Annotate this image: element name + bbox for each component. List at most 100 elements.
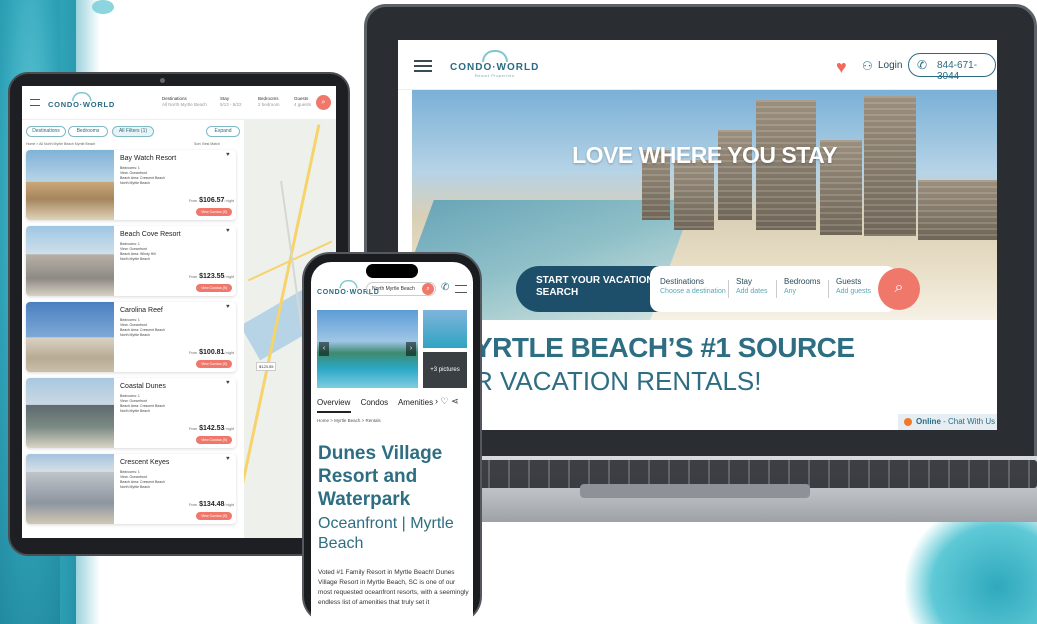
listing-name[interactable]: Beach Cove Resort — [120, 231, 181, 238]
breadcrumb[interactable]: Home > All North Myrtle Beach Myrtle Bea… — [26, 142, 95, 146]
resort-title: Dunes Village Resort and Waterpark — [318, 443, 443, 510]
tablet-stay-field[interactable]: Stay 5/13 - 5/22 — [220, 96, 242, 108]
listing-card[interactable]: Coastal Dunes Bedrooms: 1 View: Oceanfro… — [26, 378, 236, 448]
tab-overview[interactable]: Overview — [317, 398, 350, 407]
listing-card[interactable]: Bay Watch Resort Bedrooms: 1 View: Ocean… — [26, 150, 236, 220]
map-price-marker[interactable]: $123.55 — [256, 362, 277, 371]
search-icon: ⌕ — [321, 99, 326, 106]
hamburger-menu-icon[interactable] — [414, 60, 432, 72]
listing-name[interactable]: Crescent Keyes — [120, 459, 169, 466]
search-button[interactable]: ⌕ — [316, 95, 331, 110]
heart-outline-icon[interactable]: ♡ — [441, 396, 449, 406]
user-icon[interactable]: ⚇ — [862, 59, 873, 73]
listing-card[interactable]: Crescent Keyes Bedrooms: 1 View: Oceanfr… — [26, 454, 236, 524]
listing-name[interactable]: Bay Watch Resort — [120, 155, 176, 162]
chevron-left-icon[interactable]: ‹ — [319, 342, 329, 356]
price-unit: / night — [224, 199, 234, 203]
hamburger-menu-icon[interactable] — [30, 99, 40, 106]
online-status-icon — [904, 418, 912, 426]
stay-field[interactable]: Stay Add dates — [736, 277, 768, 297]
bedrooms-field[interactable]: Bedrooms Any — [784, 277, 820, 297]
tablet-header: CONDO·WORLD Destinations All North Myrtl… — [22, 86, 336, 120]
price-value: $134.48 — [199, 501, 225, 508]
favorites-heart-icon[interactable]: ♥ — [836, 58, 847, 76]
tab-condos[interactable]: Condos — [361, 398, 389, 407]
chat-status: Online — [916, 417, 941, 426]
listing-photo — [26, 150, 114, 220]
tablet-destinations-field[interactable]: Destinations All North Myrtle Beach — [162, 96, 207, 108]
field-divider — [728, 280, 729, 298]
logo-subtext: Resort Properties — [474, 73, 515, 78]
view-condos-button[interactable]: View Condos (9) — [196, 284, 232, 292]
price-unit: / night — [224, 275, 234, 279]
resort-tabs: Overview Condos Amenities — [317, 398, 441, 407]
favorite-heart-icon[interactable]: ♥ — [226, 152, 230, 158]
hero-banner: LOVE WHERE YOU STAY START YOUR VACATION … — [412, 90, 997, 320]
destinations-label: Destinations — [660, 277, 705, 286]
search-button[interactable]: ⌕ — [878, 268, 920, 310]
watercolor-drop — [92, 0, 114, 14]
view-condos-button[interactable]: View Condos (9) — [196, 512, 232, 520]
bedrooms-filter[interactable]: Bedrooms — [68, 126, 108, 137]
bedrooms-label: Bedrooms — [784, 277, 821, 286]
listing-photo — [26, 378, 114, 448]
favorite-heart-icon[interactable]: ♥ — [226, 456, 230, 462]
phone-screen: CONDO·WORLD North Myrtle Beach ⌕ ✆ ‹ › +… — [311, 262, 473, 624]
listing-price: From $106.57/ night — [180, 197, 234, 204]
all-filters-button[interactable]: All Filters (1) — [112, 126, 154, 137]
listing-card[interactable]: Beach Cove Resort Bedrooms: 1 View: Ocea… — [26, 226, 236, 296]
favorite-heart-icon[interactable]: ♥ — [226, 228, 230, 234]
price-value: $106.57 — [199, 197, 225, 204]
chat-widget[interactable]: Online - Chat With Us — [898, 414, 997, 430]
tablet-bedrooms-field[interactable]: Bedrooms 2 bedroom — [258, 96, 280, 108]
phone-button[interactable]: ✆ 844-671-3044 — [908, 53, 996, 82]
view-condos-button[interactable]: View Condos (9) — [196, 360, 232, 368]
login-link[interactable]: Login — [878, 60, 902, 71]
view-condos-button[interactable]: View Condos (9) — [196, 208, 232, 216]
breadcrumb[interactable]: Home > Myrtle Beach > Rentals — [317, 418, 381, 423]
price-from-label: From — [189, 275, 198, 279]
page-headline: YRTLE BEACH’S #1 SOURCE — [474, 332, 855, 363]
tablet-guests-field[interactable]: Guests 4 guests — [294, 96, 311, 108]
sort-dropdown[interactable]: Sort: Best Match — [194, 142, 220, 146]
listing-card[interactable]: Carolina Reef Bedrooms: 1 View: Oceanfro… — [26, 302, 236, 372]
search-heading: START YOUR VACATION SEARCH — [516, 266, 666, 312]
listing-name[interactable]: Coastal Dunes — [120, 383, 166, 390]
vacation-search-bar: START YOUR VACATION SEARCH Destinations … — [516, 266, 920, 312]
view-condos-button[interactable]: View Condos (9) — [196, 436, 232, 444]
destinations-filter[interactable]: Destinations — [26, 126, 66, 137]
phone-icon[interactable]: ✆ — [441, 282, 449, 293]
listing-price: From $100.81/ night — [180, 349, 234, 356]
chevron-right-icon[interactable]: › — [435, 396, 438, 406]
resort-subtitle: Oceanfront | Myrtle Beach — [318, 515, 454, 552]
field-value: All North Myrtle Beach — [162, 102, 207, 107]
listing-photo — [26, 302, 114, 372]
search-fields: Destinations Choose a destination Stay A… — [650, 266, 896, 312]
guests-field[interactable]: Guests Add guests — [836, 277, 871, 297]
site-logo[interactable]: CONDO·WORLD Resort Properties — [450, 50, 539, 78]
resort-thumbnail[interactable] — [423, 310, 467, 348]
expand-map-button[interactable]: Expand — [206, 126, 240, 137]
favorite-heart-icon[interactable]: ♥ — [226, 304, 230, 310]
logo-wave-icon — [339, 280, 358, 289]
share-icon[interactable]: ⋖ — [451, 396, 459, 406]
site-logo[interactable]: CONDO·WORLD — [48, 92, 115, 109]
resort-main-photo[interactable] — [317, 310, 418, 388]
listing-name[interactable]: Carolina Reef — [120, 307, 163, 314]
hamburger-menu-icon[interactable] — [455, 285, 467, 293]
search-icon: ⌕ — [894, 279, 904, 296]
price-unit: / night — [224, 427, 234, 431]
listing-location: North Myrtle Beach — [120, 257, 150, 261]
favorite-heart-icon[interactable]: ♥ — [226, 380, 230, 386]
chevron-right-icon[interactable]: › — [406, 342, 416, 356]
search-button[interactable]: ⌕ — [422, 283, 434, 295]
phone-notch — [366, 264, 418, 278]
price-from-label: From — [189, 503, 198, 507]
more-pictures-button[interactable]: +3 pictures — [423, 352, 467, 388]
destinations-hint: Choose a destination — [660, 288, 726, 295]
listing-location: North Myrtle Beach — [120, 333, 150, 337]
destinations-field[interactable]: Destinations Choose a destination — [660, 277, 726, 297]
tab-amenities[interactable]: Amenities — [398, 398, 433, 407]
price-from-label: From — [189, 427, 198, 431]
active-tab-indicator — [317, 411, 351, 413]
